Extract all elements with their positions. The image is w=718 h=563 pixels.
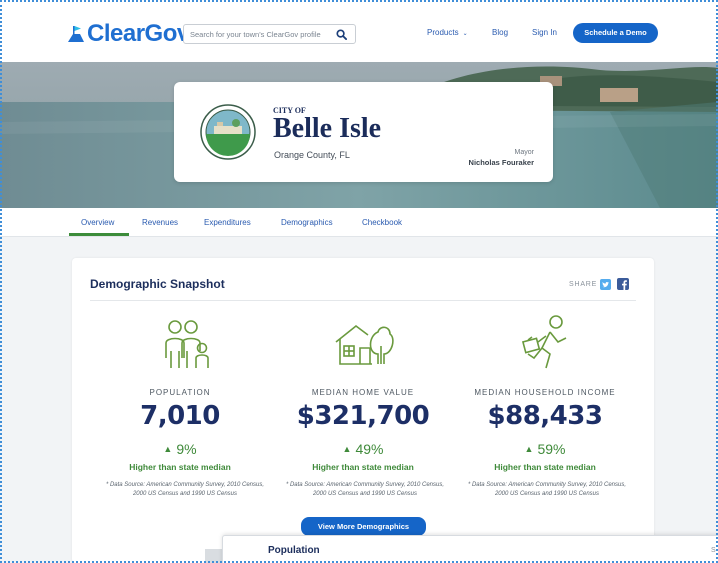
tab-checkbook[interactable]: Checkbook bbox=[362, 218, 402, 227]
view-more-demographics-button[interactable]: View More Demographics bbox=[301, 517, 426, 536]
family-icon bbox=[165, 320, 209, 368]
logo-text: ClearGov bbox=[87, 20, 190, 47]
up-triangle-icon: ▲ bbox=[524, 444, 534, 454]
stat-change-value: 49% bbox=[355, 441, 384, 457]
twitter-icon[interactable] bbox=[600, 279, 611, 290]
schedule-demo-button[interactable]: Schedule a Demo bbox=[573, 23, 658, 43]
population-card-title: Population bbox=[268, 545, 320, 556]
stat-label-home-value: MEDIAN HOME VALUE bbox=[311, 388, 415, 397]
tab-expenditures[interactable]: Expenditures bbox=[204, 218, 251, 227]
tab-demographics[interactable]: Demographics bbox=[281, 218, 333, 227]
active-tab-indicator bbox=[69, 233, 129, 236]
stat-label-income: MEDIAN HOUSEHOLD INCOME bbox=[474, 388, 616, 397]
cleargov-logo[interactable]: ClearGov ™ bbox=[67, 20, 197, 48]
nav-blog[interactable]: Blog bbox=[492, 28, 508, 37]
county-label: Orange County, FL bbox=[274, 150, 350, 160]
stat-value-income: $88,433 bbox=[487, 401, 603, 431]
flag-icon bbox=[68, 26, 84, 42]
facebook-icon[interactable] bbox=[617, 278, 629, 290]
up-triangle-icon: ▲ bbox=[163, 444, 173, 454]
stat-source-population: * Data Source: American Community Survey… bbox=[105, 482, 265, 497]
stat-value-population: 7,010 bbox=[140, 401, 220, 431]
up-triangle-icon: ▲ bbox=[342, 444, 352, 454]
chevron-down-icon: ⌄ bbox=[462, 31, 468, 37]
share-label: SHARE bbox=[569, 281, 598, 288]
nav-products[interactable]: Products ⌄ bbox=[427, 28, 468, 37]
panel-divider bbox=[90, 300, 636, 301]
stat-label-population: POPULATION bbox=[149, 388, 211, 397]
nav-sign-in[interactable]: Sign In bbox=[532, 28, 557, 37]
search-box[interactable] bbox=[183, 24, 356, 44]
house-icon bbox=[335, 324, 394, 365]
stat-value-home-value: $321,700 bbox=[296, 401, 430, 431]
stat-change-home-value: ▲ 49% bbox=[278, 441, 448, 457]
panel-title: Demographic Snapshot bbox=[90, 277, 225, 291]
stat-change-population: ▲ 9% bbox=[95, 441, 265, 457]
search-icon[interactable] bbox=[336, 29, 347, 40]
population-card-share: S bbox=[711, 547, 716, 554]
stat-desc-income: Higher than state median bbox=[494, 462, 596, 472]
stat-source-income: * Data Source: American Community Survey… bbox=[467, 482, 627, 497]
stat-desc-home-value: Higher than state median bbox=[312, 462, 414, 472]
worker-icon bbox=[522, 315, 567, 369]
search-input[interactable] bbox=[184, 29, 329, 39]
stat-change-value: 9% bbox=[176, 441, 197, 457]
city-seal-icon bbox=[200, 104, 256, 160]
stat-source-home-value: * Data Source: American Community Survey… bbox=[285, 482, 445, 497]
tab-revenues[interactable]: Revenues bbox=[142, 218, 178, 227]
tab-overview[interactable]: Overview bbox=[81, 218, 114, 227]
stat-change-income: ▲ 59% bbox=[460, 441, 630, 457]
mayor-title: Mayor bbox=[514, 149, 534, 156]
mayor-name: Nicholas Fouraker bbox=[468, 158, 534, 167]
city-name: Belle Isle bbox=[273, 113, 382, 144]
nav-products-label: Products bbox=[427, 28, 459, 37]
stat-change-value: 59% bbox=[537, 441, 566, 457]
stat-desc-population: Higher than state median bbox=[129, 462, 231, 472]
